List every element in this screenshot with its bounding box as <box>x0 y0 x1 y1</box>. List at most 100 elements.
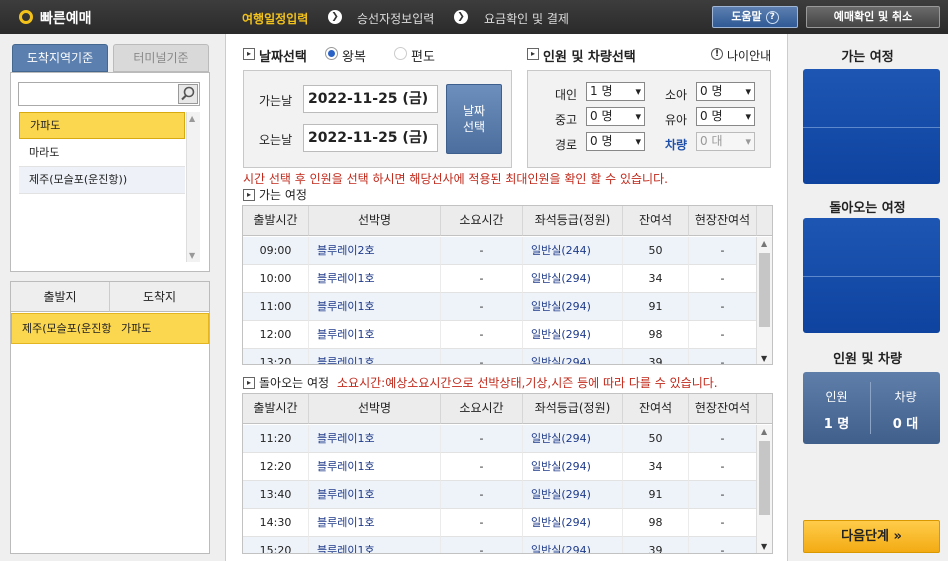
inbound-cell-ship-name[interactable]: 블루레이1호 <box>309 453 441 481</box>
outbound-header-ship-name: 선박명 <box>309 206 441 236</box>
inbound-cell-seat-class[interactable]: 일반실(294) <box>523 481 623 509</box>
inbound-scrollbar[interactable]: ▲ ▼ <box>756 425 772 553</box>
inbound-header-filler <box>757 394 772 424</box>
inbound-cell-seat-class[interactable]: 일반실(294) <box>523 509 623 537</box>
inbound-row[interactable]: 14:30 블루레이1호 - 일반실(294) 98- <box>243 509 757 537</box>
age-info-link[interactable]: 나이안내 <box>727 47 771 64</box>
inbound-cell-seat-class[interactable]: 일반실(294) <box>523 453 623 481</box>
inbound-header-remaining-seats: 잔여석 <box>623 394 689 424</box>
route-header-to: 도착지 <box>110 282 209 312</box>
outbound-cell-seat-class[interactable]: 일반실(294) <box>523 265 623 293</box>
scroll-thumb[interactable] <box>759 441 770 515</box>
question-icon: ? <box>765 11 779 24</box>
section-arrow-icon: ▸ <box>527 48 539 60</box>
outbound-cell-seat-class[interactable]: 일반실(294) <box>523 321 623 349</box>
summary-outbound-title: 가는 여정 <box>841 50 894 65</box>
inbound-row[interactable]: 12:20 블루레이1호 - 일반실(294) 34- <box>243 453 757 481</box>
outbound-row[interactable]: 10:00 블루레이1호 - 일반실(294) 34- <box>243 265 757 293</box>
senior-select[interactable]: 0 명 <box>586 132 645 151</box>
outbound-cell-ship-name[interactable]: 블루레이1호 <box>309 265 441 293</box>
outbound-header-departure-time: 출발시간 <box>243 206 309 236</box>
inbound-cell-departure-time: 15:20 <box>243 537 309 553</box>
inbound-cell-ship-name[interactable]: 블루레이1호 <box>309 537 441 553</box>
outbound-summary-box <box>803 69 940 184</box>
inbound-cell-ship-name[interactable]: 블루레이1호 <box>309 481 441 509</box>
inbound-cell-ship-name[interactable]: 블루레이1호 <box>309 509 441 537</box>
destination-item-jeju[interactable]: 제주(모슬포(운진항)) <box>19 167 185 194</box>
inbound-cell-onsite-remaining: - <box>689 509 757 537</box>
step-passenger-info[interactable]: 승선자정보입력 <box>357 10 434 27</box>
summary-pax-value: 1 명 <box>823 417 850 432</box>
scroll-down-icon[interactable]: ▼ <box>189 251 195 260</box>
outbound-cell-ship-name[interactable]: 블루레이1호 <box>309 293 441 321</box>
outbound-cell-seat-class[interactable]: 일반실(294) <box>523 349 623 364</box>
adult-select[interactable]: 1 명 <box>586 82 645 101</box>
destination-item-marado[interactable]: 마라도 <box>19 140 185 167</box>
outbound-cell-departure-time: 11:00 <box>243 293 309 321</box>
infant-select[interactable]: 0 명 <box>696 107 755 126</box>
inbound-row[interactable]: 15:20 블루레이1호 - 일반실(294) 39- <box>243 537 757 553</box>
inbound-row[interactable]: 13:40 블루레이1호 - 일반실(294) 91- <box>243 481 757 509</box>
outbound-row[interactable]: 13:20 블루레이1호 - 일반실(294) 39- <box>243 349 757 364</box>
scroll-down-icon[interactable]: ▼ <box>761 542 767 551</box>
scroll-up-icon[interactable]: ▲ <box>761 239 767 248</box>
inbound-cell-onsite-remaining: - <box>689 453 757 481</box>
destination-scrollbar[interactable]: ▲ ▼ <box>186 112 200 262</box>
inbound-table: 출발시간 선박명 소요시간 좌석등급(정원) 잔여석 현장잔여석 11:20 블루레이1호 - 일… <box>242 393 773 554</box>
route-row[interactable]: 제주(모슬포(운진항 가파도 <box>11 313 209 344</box>
adult-label: 대인 <box>555 88 578 102</box>
outbound-cell-duration: - <box>441 349 523 364</box>
inbound-cell-seat-class[interactable]: 일반실(294) <box>523 537 623 553</box>
inbound-cell-remaining-seats: 39 <box>623 537 689 553</box>
outbound-cell-onsite-remaining: - <box>689 293 757 321</box>
chevron-right-icon: ❯ <box>454 10 468 24</box>
pax-summary-box: 인원 1 명 차량 0 대 <box>803 372 940 444</box>
outbound-cell-departure-time: 13:20 <box>243 349 309 364</box>
next-step-button[interactable]: 다음단계 » <box>803 520 940 553</box>
outbound-cell-departure-time: 12:00 <box>243 321 309 349</box>
outbound-cell-ship-name[interactable]: 블루레이1호 <box>309 349 441 364</box>
outbound-header-filler <box>757 206 772 236</box>
destination-search-input[interactable] <box>18 82 200 106</box>
outbound-row[interactable]: 09:00 블루레이2호 - 일반실(244) 50- <box>243 237 757 265</box>
step-itinerary[interactable]: 여행일정입력 <box>242 10 308 27</box>
outbound-scrollbar[interactable]: ▲ ▼ <box>756 237 772 364</box>
vehicle-label: 차량 <box>665 138 688 152</box>
date-select-button[interactable]: 날짜 선택 <box>446 84 502 154</box>
depart-date-label: 가는날 <box>259 94 293 108</box>
step-payment[interactable]: 요금확인 및 결제 <box>484 10 569 27</box>
route-from: 제주(모슬포(운진항 <box>22 322 112 335</box>
child-select[interactable]: 0 명 <box>696 82 755 101</box>
outbound-cell-ship-name[interactable]: 블루레이1호 <box>309 321 441 349</box>
scroll-up-icon[interactable]: ▲ <box>189 114 195 123</box>
outbound-cell-seat-class[interactable]: 일반실(294) <box>523 293 623 321</box>
round-trip-radio[interactable] <box>325 47 338 60</box>
reservation-check-button[interactable]: 예매확인 및 취소 <box>806 6 940 28</box>
outbound-cell-ship-name[interactable]: 블루레이2호 <box>309 237 441 265</box>
outbound-row[interactable]: 12:00 블루레이1호 - 일반실(294) 98- <box>243 321 757 349</box>
scroll-down-icon[interactable]: ▼ <box>761 354 767 363</box>
teen-select[interactable]: 0 명 <box>586 107 645 126</box>
inbound-cell-ship-name[interactable]: 블루레이1호 <box>309 425 441 453</box>
help-button[interactable]: 도움말? <box>712 6 798 28</box>
return-date-input[interactable]: 2022-11-25 (금) <box>303 124 438 152</box>
outbound-cell-seat-class[interactable]: 일반실(244) <box>523 237 623 265</box>
inbound-row[interactable]: 11:20 블루레이1호 - 일반실(294) 50- <box>243 425 757 453</box>
inbound-cell-departure-time: 14:30 <box>243 509 309 537</box>
one-way-radio[interactable] <box>394 47 407 60</box>
outbound-row[interactable]: 11:00 블루레이1호 - 일반실(294) 91- <box>243 293 757 321</box>
destination-item-gapado[interactable]: 가파도 <box>19 112 185 139</box>
depart-date-input[interactable]: 2022-11-25 (금) <box>303 85 438 113</box>
search-icon[interactable] <box>178 84 198 104</box>
scroll-thumb[interactable] <box>759 253 770 327</box>
outbound-cell-remaining-seats: 91 <box>623 293 689 321</box>
inbound-cell-departure-time: 13:40 <box>243 481 309 509</box>
summary-inbound-title: 돌아오는 여정 <box>829 201 906 216</box>
tab-arrival-region[interactable]: 도착지역기준 <box>12 44 108 72</box>
inbound-cell-departure-time: 11:20 <box>243 425 309 453</box>
scroll-up-icon[interactable]: ▲ <box>761 427 767 436</box>
info-icon[interactable]: ! <box>711 48 723 60</box>
tab-terminal[interactable]: 터미널기준 <box>113 44 209 72</box>
inbound-header-onsite-remaining: 현장잔여석 <box>689 394 757 424</box>
inbound-cell-seat-class[interactable]: 일반실(294) <box>523 425 623 453</box>
